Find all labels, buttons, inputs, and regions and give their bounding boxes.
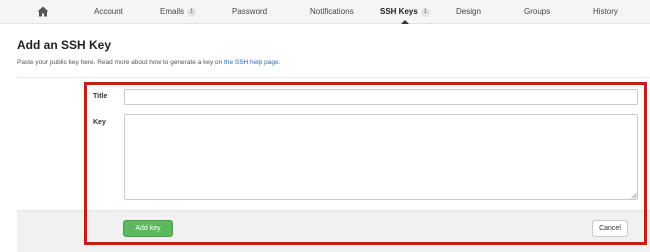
tab-design[interactable]: Design	[456, 0, 481, 24]
key-label: Key	[93, 119, 106, 126]
key-textarea[interactable]	[124, 114, 638, 200]
page-title: Add an SSH Key	[17, 38, 112, 52]
tab-history[interactable]: History	[593, 0, 618, 24]
tab-notifications[interactable]: Notifications	[310, 0, 354, 24]
tab-ssh-keys-label: SSH Keys	[380, 7, 418, 16]
tab-notifications-label: Notifications	[310, 7, 354, 16]
description-suffix: .	[278, 59, 281, 66]
tab-emails-label: Emails	[160, 7, 185, 16]
title-input[interactable]	[124, 89, 638, 105]
tab-password[interactable]: Password	[232, 0, 267, 24]
emails-count-badge: 1	[187, 8, 197, 17]
page-description: Paste your public key here. Read more ab…	[17, 59, 280, 66]
cancel-button[interactable]: Cancel	[592, 220, 628, 237]
tab-account-label: Account	[94, 7, 123, 16]
form-actions-bar	[17, 210, 650, 252]
title-label: Title	[93, 93, 108, 100]
tab-password-label: Password	[232, 7, 268, 16]
top-navigation: Account Emails 1 Password Notifications S…	[0, 0, 650, 24]
active-tab-indicator	[401, 20, 410, 24]
ssh-keys-count-badge: 1	[420, 8, 431, 17]
tab-history-label: History	[593, 7, 618, 16]
section-divider	[17, 77, 650, 78]
description-text: Paste your public key here. Read more ab…	[17, 59, 225, 66]
tab-design-label: Design	[456, 7, 481, 16]
tab-account[interactable]: Account	[94, 0, 123, 24]
tab-groups[interactable]: Groups	[524, 0, 550, 24]
tab-ssh-keys[interactable]: SSH Keys 1	[380, 0, 431, 24]
add-key-button[interactable]: Add key	[123, 220, 173, 237]
tab-emails[interactable]: Emails 1	[160, 0, 197, 24]
resize-grip-icon[interactable]	[631, 193, 637, 199]
tab-groups-label: Groups	[524, 7, 551, 16]
ssh-help-link[interactable]: the SSH help page	[224, 59, 279, 66]
home-icon[interactable]	[37, 6, 49, 17]
